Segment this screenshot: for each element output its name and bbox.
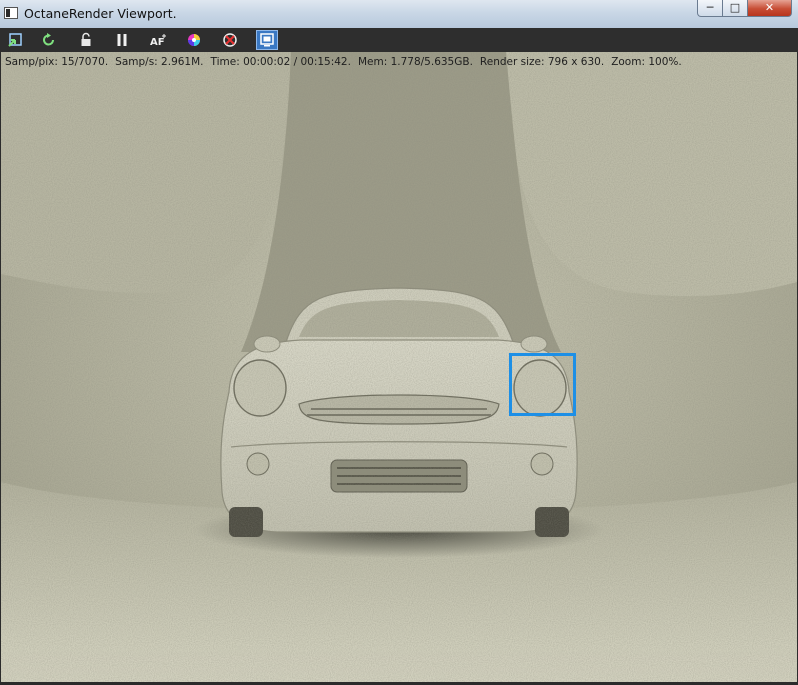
lock-button[interactable] [75,30,97,50]
samples-per-second: Samp/s: 2.961M. [115,56,204,68]
svg-text:AF: AF [150,37,165,48]
memory-usage: Mem: 1.778/5.635GB. [357,56,473,68]
clear-selection-button[interactable] [219,30,241,50]
no-render-icon [223,33,237,47]
render-status: Samp/pix: 15/7070. Samp/s: 2.961M. Time: 0… [5,56,689,68]
zoom-level: Zoom: 100%. [611,56,682,68]
color-picker-button[interactable] [183,30,205,50]
close-button[interactable]: ✕ [747,0,792,17]
send-to-viewport-icon [8,33,22,47]
refresh-icon [43,33,54,46]
pause-icon [117,34,127,46]
samples-per-pixel: Samp/pix: 15/7070. [5,56,109,68]
restart-render-button[interactable] [38,30,60,50]
toolbar: AF [0,28,798,52]
focus-selection-box[interactable] [509,353,576,416]
render-size: Render size: 796 x 630. [479,56,605,68]
minimize-button[interactable]: ─ [697,0,723,17]
autofocus-button[interactable]: AF [147,30,169,50]
render-viewport[interactable]: Samp/pix: 15/7070. Samp/s: 2.961M. Time: 0… [1,52,797,682]
window-title: OctaneRender Viewport. [24,6,177,21]
send-to-viewport-button[interactable] [4,30,26,50]
autofocus-icon: AF [150,34,166,48]
render-image [1,52,797,682]
region-render-icon [260,33,274,47]
lock-icon [81,32,91,46]
window-icon [4,7,18,19]
title-bar: OctaneRender Viewport. ─ □ ✕ [0,0,798,29]
color-picker-icon [188,34,200,46]
render-time: Time: 00:00:02 / 00:15:42. [210,56,351,68]
pause-button[interactable] [111,30,133,50]
maximize-button[interactable]: □ [722,0,748,17]
region-render-button[interactable] [256,30,278,50]
